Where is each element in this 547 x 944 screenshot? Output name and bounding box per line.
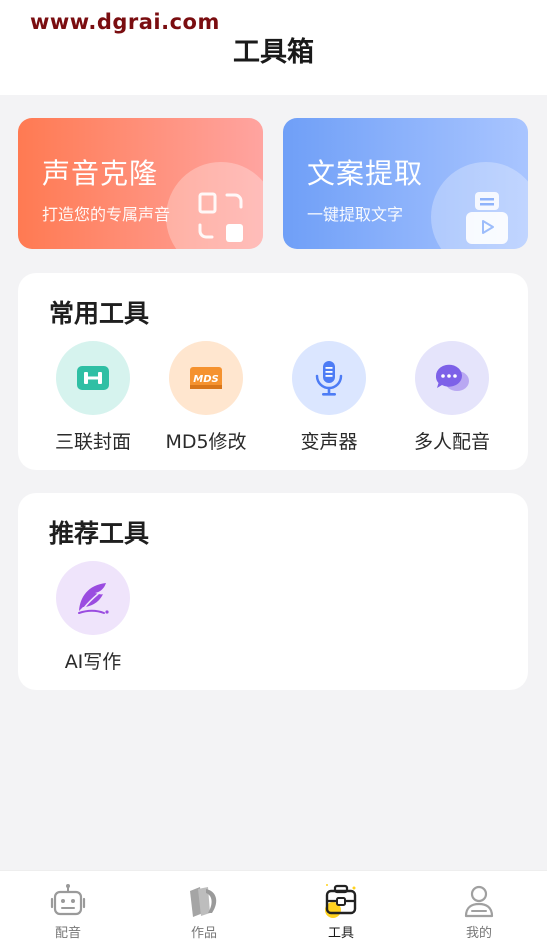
tool-icon-circle: MDS [169,341,243,415]
text-extract-card[interactable]: 文案提取 一键提取文字 [283,118,528,249]
tool-label: 三联封面 [54,431,131,453]
works-icon [190,887,217,917]
bottom-tab-bar: 配音 作品 工具 我的 [0,870,547,944]
person-icon [464,885,494,918]
page-title: 工具箱 [233,37,314,68]
tab-label: 我的 [465,926,492,941]
common-tools-section: 常用工具 三联封面 MDS MD5修改 变声器 多人配音 [18,273,528,470]
cover-icon [77,366,109,390]
tab-works[interactable]: 作品 [136,871,272,944]
voice-clone-card[interactable]: 声音克隆 打造您的专属声音 [18,118,263,249]
text-extract-subtitle: 一键提取文字 [307,205,404,224]
text-extract-title: 文案提取 [307,157,424,190]
voice-clone-title: 声音克隆 [42,157,159,190]
tool-label: 变声器 [300,431,358,453]
chat-bubbles-icon [435,364,469,391]
tool-icon-circle [56,341,130,415]
tab-label: 作品 [190,926,217,941]
tool-label: 多人配音 [413,431,490,453]
robot-icon [50,884,86,916]
section-title: 常用工具 [49,299,150,328]
microphone-icon [315,361,343,396]
tab-label: 工具 [327,926,354,941]
document-video-icon [466,192,508,244]
recommend-tools-section: 推荐工具 AI写作 [18,493,528,690]
tool-icon-circle [56,561,130,635]
svg-text:MDS: MDS [193,374,218,385]
scan-icon [198,192,243,242]
tab-dubbing[interactable]: 配音 [0,871,136,944]
voice-clone-subtitle: 打造您的专属声音 [42,205,171,224]
tool-icon-circle [415,341,489,415]
section-title: 推荐工具 [49,519,150,548]
quill-icon [78,583,109,614]
tool-label: MD5修改 [165,431,247,453]
tab-mine[interactable]: 我的 [411,871,547,944]
header: www.dgrai.com 工具箱 [0,0,547,95]
tool-icon-circle [292,341,366,415]
tool-label: AI写作 [64,651,122,673]
toolbox-icon [325,884,357,918]
md5-icon: MDS [190,367,222,389]
tab-tools[interactable]: 工具 [273,871,409,944]
tab-label: 配音 [54,926,81,941]
